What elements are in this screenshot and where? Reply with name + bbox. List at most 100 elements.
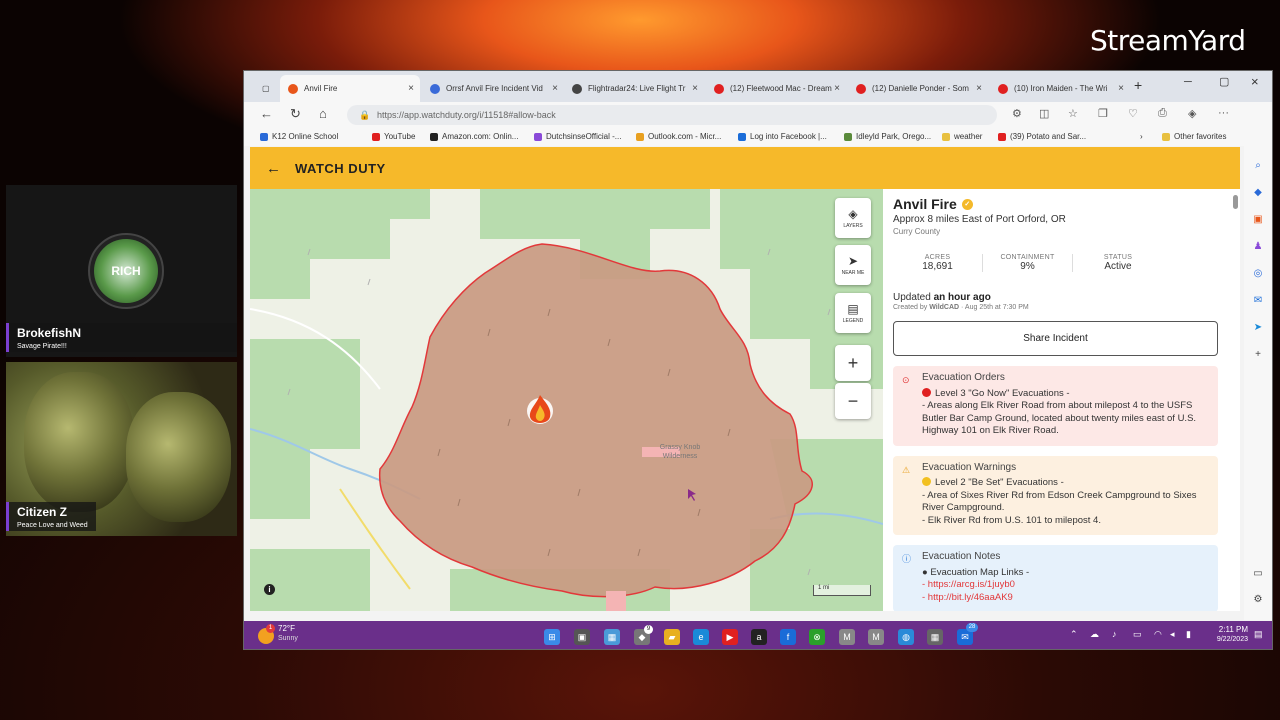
camera-tile-brokefishn: RICH BrokefishN Savage Pirate!!! [6, 185, 237, 357]
more-menu-icon[interactable]: ··· [1218, 107, 1229, 119]
facebook-icon [738, 132, 746, 141]
screenshot-icon[interactable]: ⎙ [1158, 107, 1167, 120]
map-info-icon[interactable]: i [264, 584, 275, 595]
youtube-app-icon[interactable]: ▶ [722, 629, 738, 645]
bookmark-k12[interactable]: K12 Online School [260, 132, 338, 141]
tab-iron-maiden[interactable]: (10) Iron Maiden - The Wri × [990, 75, 1130, 102]
stat-containment: CONTAINMENT 9% [983, 254, 1073, 272]
outlook-icon[interactable]: ✉ [1252, 295, 1264, 307]
close-tab-icon[interactable]: × [976, 83, 982, 94]
bookmark-outlook[interactable]: Outlook.com - Micr... [636, 132, 721, 141]
share-incident-button[interactable]: Share Incident [893, 321, 1218, 356]
minimize-icon[interactable]: ─ [1184, 76, 1192, 88]
search-icon[interactable]: ⌕ [1252, 160, 1264, 172]
office-icon[interactable]: ◎ [1252, 268, 1264, 280]
close-tab-icon[interactable]: × [552, 83, 558, 94]
favorites-icon[interactable]: ☆ [1068, 107, 1078, 120]
zoom-out-button[interactable]: − [835, 383, 871, 419]
site-favicon-icon [572, 83, 582, 94]
sidebar-layout-icon[interactable]: ▭ [1252, 568, 1264, 580]
onedrive-icon[interactable]: ☁ [1090, 629, 1099, 640]
tab-orrsf[interactable]: Orrsf Anvil Fire Incident Vid × [422, 75, 564, 102]
app-m2-icon[interactable]: M [868, 629, 884, 645]
url-bar[interactable]: 🔒 https://app.watchduty.org/i/11518#allo… [347, 105, 997, 125]
tray-chevron-icon[interactable]: ⌃ [1070, 629, 1078, 640]
xbox-icon[interactable]: ⊗ [809, 629, 825, 645]
home-icon[interactable]: ⌂ [319, 106, 327, 121]
bookmark-amazon[interactable]: Amazon.com: Onlin... [430, 132, 518, 141]
send-icon[interactable]: ➤ [1252, 322, 1264, 334]
folder-icon [942, 132, 950, 141]
bookmark-facebook[interactable]: Log into Facebook |... [738, 132, 827, 141]
legend-button[interactable]: ▤ LEGEND [835, 293, 871, 333]
facebook-app-icon[interactable]: f [780, 629, 796, 645]
split-screen-icon[interactable]: ◫ [1039, 107, 1049, 120]
edge-icon[interactable]: e [693, 629, 709, 645]
bookmark-idleyld[interactable]: Idleyld Park, Orego... [844, 132, 931, 141]
panel-scrollbar[interactable] [1233, 195, 1238, 209]
tab-flightradar[interactable]: Flightradar24: Live Flight Tr × [564, 75, 704, 102]
browser-essentials-icon[interactable]: ♡ [1128, 107, 1138, 120]
bookmarks-overflow-icon[interactable]: › [1140, 132, 1143, 141]
other-favorites[interactable]: Other favorites [1162, 132, 1226, 141]
map-link-1[interactable]: - https://arcg.is/1juyb0 [922, 579, 1208, 592]
close-tab-icon[interactable]: × [834, 83, 840, 94]
new-tab-icon[interactable]: + [1134, 77, 1142, 93]
bookmark-potato[interactable]: (39) Potato and Sar... [998, 132, 1086, 141]
task-view-icon[interactable]: ▣ [574, 629, 590, 645]
file-explorer-icon[interactable]: ▰ [664, 629, 680, 645]
back-icon[interactable]: ← [260, 106, 273, 121]
youtube-favicon-icon [856, 83, 866, 94]
add-sidebar-icon[interactable]: + [1252, 349, 1264, 361]
games-icon[interactable]: ♟ [1252, 241, 1264, 253]
clock-time[interactable]: 2:11 PM [1206, 625, 1248, 634]
map-icon: ▤ [847, 302, 859, 316]
map-link-2[interactable]: - http://bit.ly/46aaAK9 [922, 592, 1208, 605]
close-tab-icon[interactable]: × [408, 83, 414, 94]
extensions-icon[interactable]: ⚙ [1012, 107, 1022, 120]
navigation-arrow-icon: ➤ [847, 254, 859, 268]
keyboard-icon[interactable]: ▭ [1133, 629, 1142, 640]
wifi-icon[interactable]: ◠ [1154, 629, 1162, 640]
volume-icon[interactable]: ◂ [1170, 629, 1175, 640]
start-windows-icon[interactable]: ⊞ [544, 629, 560, 645]
calculator-icon[interactable]: ▦ [927, 629, 943, 645]
name-tag: Citizen Z Peace Love and Weed [6, 502, 96, 531]
battery-icon[interactable]: ▮ [1186, 629, 1191, 640]
bookmark-dutchsinse[interactable]: DutchsinseOfficial -... [534, 132, 621, 141]
tab-danielle[interactable]: (12) Danielle Ponder - Som × [848, 75, 988, 102]
near-me-button[interactable]: ➤ NEAR ME [835, 245, 871, 285]
refresh-icon[interactable]: ↻ [290, 106, 301, 122]
created-by: Created by WildCAD · Aug 25th at 7:30 PM [893, 304, 1029, 311]
layers-button[interactable]: ◈ LAYERS [835, 198, 871, 238]
participant-subtitle: Peace Love and Weed [17, 522, 88, 529]
back-arrow-icon[interactable]: ← [266, 160, 281, 177]
fire-map[interactable]: Grassy Knob Wilderness ◈ LAYERS ➤ NEAR M… [250, 189, 883, 611]
globe-app-icon[interactable]: ◍ [898, 629, 914, 645]
widgets-icon[interactable]: ▦ [604, 629, 620, 645]
info-circle-icon: ⓘ [902, 554, 912, 564]
tools-icon[interactable]: ▣ [1252, 214, 1264, 226]
close-tab-icon[interactable]: × [692, 83, 698, 94]
app-m-icon[interactable]: M [839, 629, 855, 645]
tab-fleetwood[interactable]: (12) Fleetwood Mac - Dream × [706, 75, 846, 102]
clock-date[interactable]: 9/22/2023 [1202, 636, 1248, 643]
notifications-icon[interactable]: ▤ [1254, 629, 1263, 640]
collections-icon[interactable]: ❐ [1098, 107, 1108, 120]
shopping-icon[interactable]: ◆ [1252, 187, 1264, 199]
updated-time: Updated an hour ago [893, 292, 991, 303]
browser-sidebar: ⌕ ◆ ▣ ♟ ◎ ✉ ➤ + ▭ ⚙ [1244, 102, 1272, 620]
copilot-icon[interactable]: ◈ [1188, 107, 1196, 120]
close-window-icon[interactable]: × [1251, 74, 1259, 89]
amazon-app-icon[interactable]: a [751, 629, 767, 645]
maximize-icon[interactable]: ▢ [1219, 75, 1229, 88]
tab-actions-icon[interactable]: ▢ [254, 75, 276, 102]
settings-gear-icon[interactable]: ⚙ [1252, 594, 1264, 606]
streamyard-logo: StreamYard [1090, 24, 1246, 57]
microphone-icon[interactable]: ♪ [1112, 629, 1117, 639]
tab-anvil-fire[interactable]: Anvil Fire × [280, 75, 420, 102]
bookmark-youtube[interactable]: YouTube [372, 132, 415, 141]
zoom-in-button[interactable]: + [835, 345, 871, 381]
close-tab-icon[interactable]: × [1118, 83, 1124, 94]
bookmark-weather[interactable]: weather [942, 132, 982, 141]
